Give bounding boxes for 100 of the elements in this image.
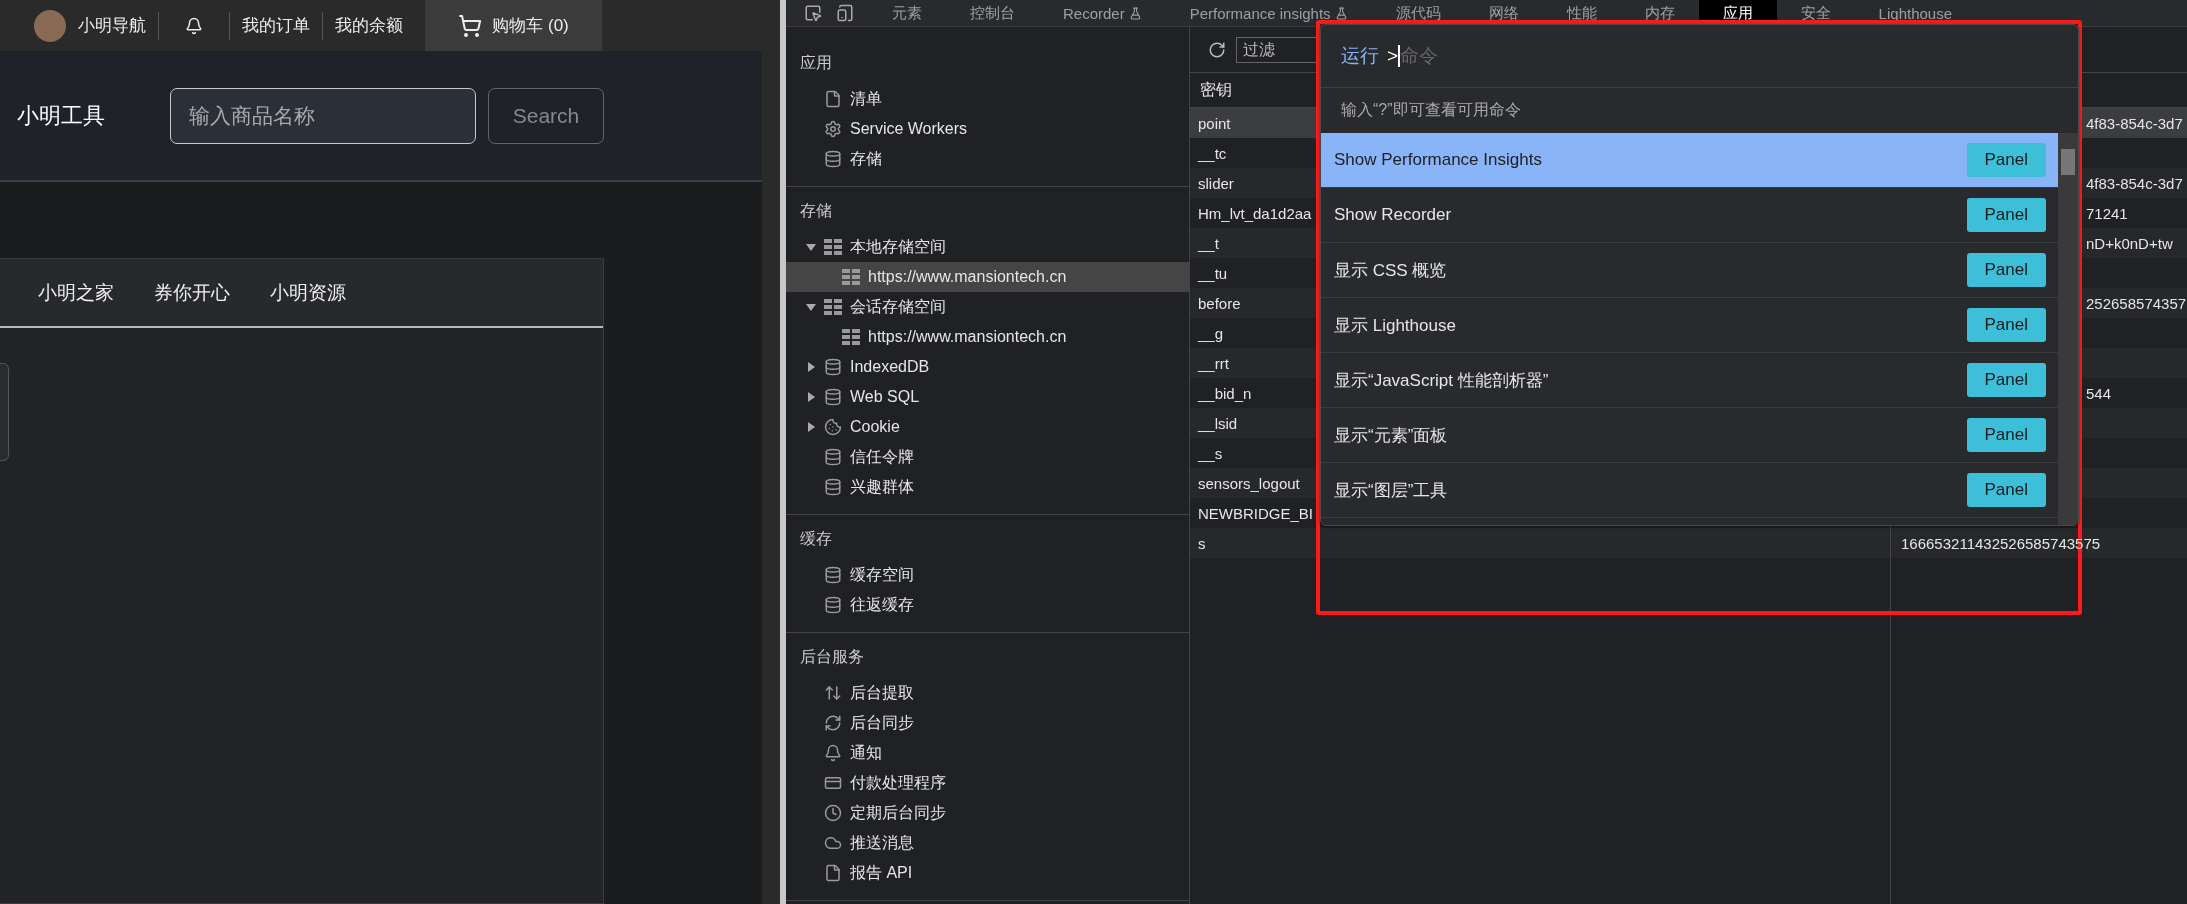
sidebar-item[interactable]: 付款处理程序 [786,768,1189,798]
sidebar-item[interactable]: 清单 [786,84,1189,114]
key-cell: __g [1198,324,1224,342]
nav-link[interactable]: 小明之家 [38,279,114,306]
flask-icon [1128,6,1142,20]
panel-tab[interactable]: 性能 [1542,0,1621,26]
nav-link[interactable]: 小明资源 [270,279,346,306]
key-cell: __t [1198,234,1219,252]
sidebar-item[interactable]: 缓存空间 [786,560,1189,590]
search-button[interactable]: Search [488,87,604,144]
command-item[interactable]: 显示 CSS 概览 Panel [1321,243,2058,298]
key-cell: __tu [1198,264,1228,282]
grid-icon [824,299,842,315]
command-input[interactable]: 运行 >命令 [1321,25,2078,88]
sidebar-item[interactable]: Web SQL [786,382,1189,412]
scrollbar[interactable] [2058,133,2078,525]
panel-badge: Panel [1966,418,2046,452]
sync-icon [824,714,842,732]
database-icon [824,596,842,614]
sidebar-item[interactable]: 存储 [786,144,1189,174]
user-name[interactable]: 小明导航 [78,14,146,37]
search-field[interactable]: 输入商品名称 [170,87,476,144]
sidebar-item[interactable]: 往返缓存 [786,590,1189,620]
command-item[interactable]: 显示 Lighthouse Panel [1321,298,2058,353]
panel-tab[interactable]: Recorder [1039,0,1166,26]
panel-badge: Panel [1966,308,2046,342]
panel-tab[interactable]: 控制台 [946,0,1039,26]
panel-badge: Panel [1966,198,2046,232]
database-icon [824,358,842,376]
value-cell: 4f83-854c-3d7 [2086,174,2183,192]
panel-tab[interactable]: 源代码 [1371,0,1465,26]
command-item[interactable]: 显示“图层”工具 Panel [1321,463,2058,518]
section-title: 缓存 [799,529,833,549]
sidebar-item[interactable]: https://www.mansiontech.cn [786,262,1189,292]
value-cell: nD+k0nD+tw [2086,234,2173,252]
top-link[interactable]: 我的订单 [242,14,310,37]
panel-tab[interactable]: 网络 [1464,0,1543,26]
panel-badge: Panel [1966,473,2046,507]
up-down-arrows-icon [824,684,842,702]
file-icon [824,90,842,108]
top-link[interactable]: 我的余额 [335,14,403,37]
file-icon [824,864,842,882]
sidebar-item[interactable]: https://www.mansiontech.cn [786,322,1189,352]
command-item[interactable]: 显示“JavaScript 性能剖析器” Panel [1321,353,2058,408]
sidebar-item[interactable]: 后台提取 [786,678,1189,708]
sidebar-item[interactable]: 报告 API [786,858,1189,888]
panel-tab[interactable]: Lighthouse [1854,0,1976,26]
sidebar-item[interactable]: Cookie [786,412,1189,442]
key-cell: Hm_lvt_da1d2aa [1198,204,1312,222]
collapsed-arrow-icon[interactable] [806,422,816,432]
refresh-icon[interactable] [1208,40,1226,59]
command-item[interactable]: Show Recorder Panel [1321,188,2058,243]
sidebar-item[interactable]: 信任令牌 [786,442,1189,472]
grid-icon [842,329,860,345]
site-brand[interactable]: 小明工具 [17,100,170,131]
cart-icon [458,13,483,38]
sidebar-item[interactable]: Service Workers [786,114,1189,144]
bell-icon[interactable] [185,16,203,35]
panel-tab[interactable]: 安全 [1776,0,1855,26]
avatar[interactable] [34,9,66,42]
key-cell: __s [1198,444,1223,462]
sidebar-item[interactable]: 会话存储空间 [786,292,1189,322]
key-cell: before [1198,294,1241,312]
cart-button[interactable]: 购物车 (0) [425,0,602,51]
panel-tab[interactable]: 元素 [868,0,946,26]
device-icon[interactable] [836,4,854,22]
sidebar-item[interactable]: 本地存储空间 [786,232,1189,262]
expanded-arrow-icon[interactable] [806,242,816,252]
key-cell: __bid_n [1198,384,1252,402]
sidebar-item[interactable]: 后台同步 [786,708,1189,738]
nav-link[interactable]: 券你开心 [154,279,230,306]
database-icon [824,448,842,466]
sidebar-item[interactable]: IndexedDB [786,352,1189,382]
panel-tab[interactable]: Performance insights [1165,0,1372,26]
collapsed-arrow-icon[interactable] [806,362,816,372]
expanded-arrow-icon[interactable] [806,302,816,312]
sidebar-item[interactable]: 兴趣群体 [786,472,1189,502]
database-icon [824,566,842,584]
value-cell: 71241 [2086,204,2128,222]
command-item[interactable]: Show Performance Insights Panel [1321,133,2058,188]
panel-badge: Panel [1966,253,2046,287]
sidebar-item[interactable]: 定期后台同步 [786,798,1189,828]
collapsed-arrow-icon[interactable] [806,392,816,402]
section-title: 存储 [799,201,833,221]
settings-icon [824,120,842,138]
sidebar-item[interactable]: 通知 [786,738,1189,768]
panel-badge: Panel [1966,143,2046,177]
inspect-icon[interactable] [804,4,822,22]
panel-tab[interactable]: 内存 [1620,0,1699,26]
database-icon [824,478,842,496]
command-hint: 输入“?”即可查看可用命令 [1340,100,1522,120]
key-cell: __lsid [1198,414,1238,432]
card-icon [824,774,842,792]
sidebar-item[interactable]: 推送消息 [786,828,1189,858]
panel-badge: Panel [1966,363,2046,397]
database-icon [824,150,842,168]
scrollbar[interactable] [780,0,786,904]
flask-icon [1334,6,1348,20]
command-item[interactable]: 显示“元素”面板 Panel [1321,408,2058,463]
key-cell: slider [1198,174,1234,192]
